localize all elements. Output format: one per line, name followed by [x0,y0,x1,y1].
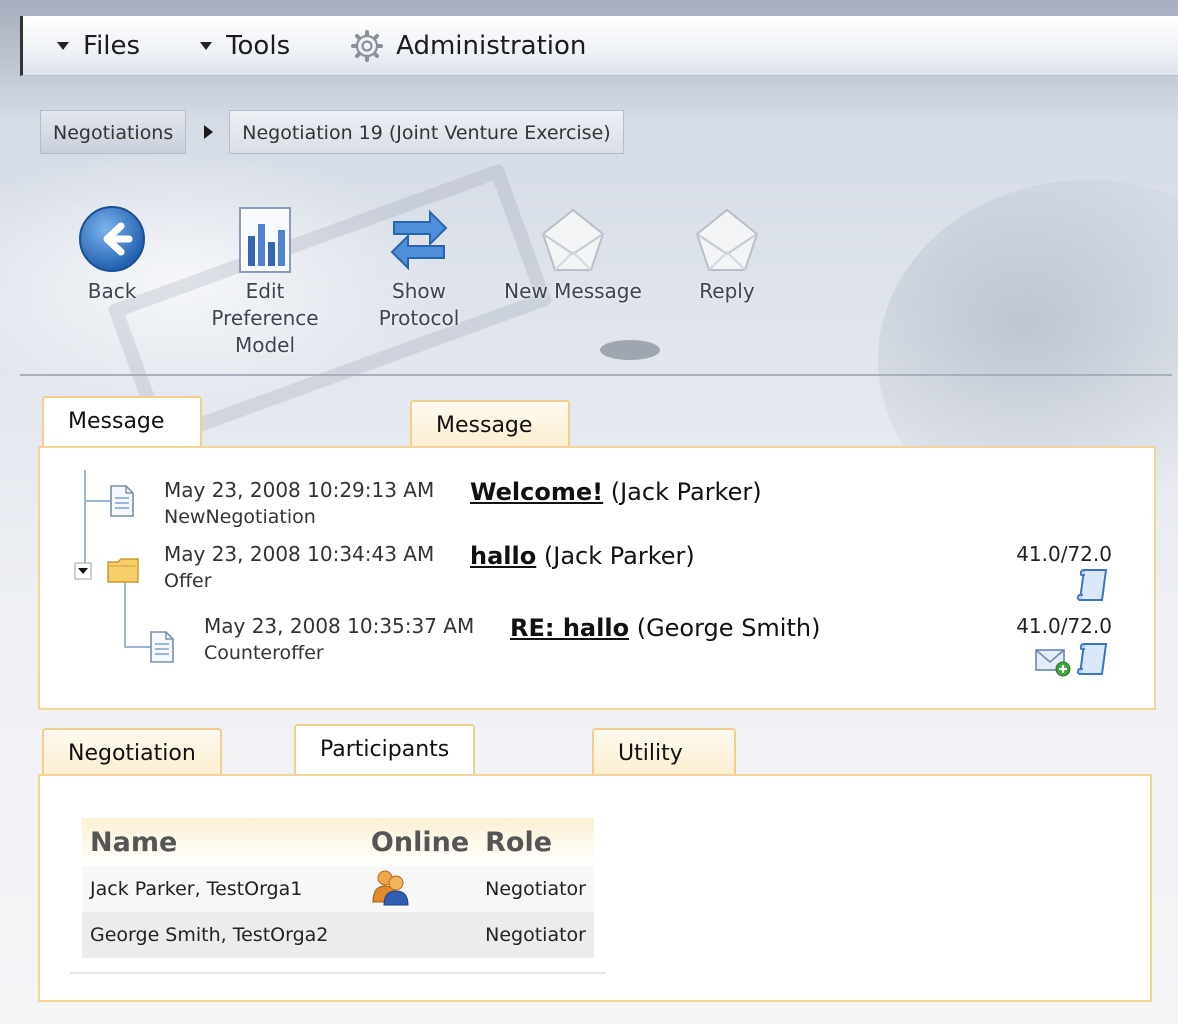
column-header-online: Online [362,818,478,866]
menu-administration[interactable]: Administration [350,29,586,63]
edit-preference-model-button[interactable]: Edit Preference Model [202,206,328,359]
column-header-name: Name [82,818,363,866]
menu-files-label: Files [83,30,141,61]
tab-utility-tracking[interactable]: Utility Tracking [592,728,736,814]
message-type: Offer [164,570,212,592]
online-status-cell [362,866,478,912]
utility-value: 41.0/72.0 [1016,614,1112,638]
tab-participants-roles[interactable]: Participants And Roles [294,724,476,810]
envelope-add-icon[interactable] [1034,646,1072,678]
show-protocol-button[interactable]: Show Protocol [366,204,472,332]
participant-name: Jack Parker, TestOrga1 [82,866,363,912]
scroll-document-icon[interactable] [1076,640,1112,678]
breadcrumb-current: Negotiation 19 (Joint Venture Exercise) [229,110,624,154]
online-user-icon [372,870,409,905]
menu-tools[interactable]: Tools [200,31,290,61]
bar-chart-icon [239,207,291,273]
message-subject-link[interactable]: RE: hallo [510,614,629,642]
breadcrumb-negotiations[interactable]: Negotiations [40,110,187,154]
back-button[interactable]: Back [70,204,154,305]
show-protocol-label-1: Show [392,279,446,303]
dropdown-arrow-icon [200,41,213,50]
message-type: NewNegotiation [164,506,316,528]
table-header-row: Name Online Role [82,818,594,866]
menu-tools-label: Tools [226,30,291,61]
new-message-button[interactable]: New Message [496,206,650,305]
document-icon [150,631,174,663]
participants-panel: Name Online Role Jack Parker, TestOrga1 … [38,774,1152,1002]
back-arrow-icon [79,206,145,272]
document-icon [110,485,134,517]
show-protocol-label-2: Protocol [378,306,460,330]
menu-files[interactable]: Files [57,31,140,61]
breadcrumb-arrow-icon [204,125,214,139]
participant-role: Negotiator [477,866,594,912]
menu-bar: Files Tools Administration [20,16,1178,76]
table-row: Jack Parker, TestOrga1 Negotiator [82,866,594,912]
message-subject-row: RE: hallo (George Smith) [510,614,820,642]
reply-button[interactable]: Reply [680,206,774,305]
collapse-toggle-icon[interactable] [74,562,92,580]
message-author: (Jack Parker) [543,542,695,570]
tab-message-table[interactable]: Message Exchange (Table) [410,400,570,534]
message-thread-panel: May 23, 2008 10:29:13 AM NewNegotiation … [38,446,1156,710]
message-subject-link[interactable]: Welcome! [470,478,603,506]
gear-icon [351,29,384,62]
message-author: (George Smith) [636,614,821,642]
message-type: Counteroffer [204,642,324,664]
edit-pref-label-2: Preference [211,306,319,330]
message-subject-link[interactable]: hallo [470,542,536,570]
message-subject-row: hallo (Jack Parker) [470,542,695,570]
tab-negotiation[interactable]: Negotiation (ID 19) [42,728,222,814]
breadcrumb: Negotiations Negotiation 19 (Joint Ventu… [40,110,624,154]
participants-table: Name Online Role Jack Parker, TestOrga1 … [82,818,594,958]
edit-pref-label-1: Edit [245,279,285,303]
toolbar-divider [20,374,1172,376]
edit-pref-label-3: Model [234,333,296,357]
reply-label: Reply [699,279,755,303]
back-label: Back [87,279,137,303]
message-timestamp: May 23, 2008 10:35:37 AM [204,614,475,638]
utility-value: 41.0/72.0 [1016,542,1112,566]
dropdown-arrow-icon [57,41,69,50]
menu-administration-label: Administration [396,30,587,61]
envelope-icon [695,208,759,271]
participant-role: Negotiator [477,912,594,958]
message-timestamp: May 23, 2008 10:29:13 AM [164,478,435,502]
new-message-label: New Message [504,279,642,303]
message-subject-row: Welcome! (Jack Parker) [470,478,762,506]
online-status-cell [362,912,478,958]
column-header-role: Role [477,818,594,866]
table-row: George Smith, TestOrga2 Negotiator [82,912,594,958]
swap-arrows-icon [390,209,448,271]
table-footer-line [70,972,606,974]
envelope-icon [541,208,605,271]
tab-message-thread[interactable]: Message Exchange (Thread) [42,396,202,530]
scroll-document-icon[interactable] [1076,566,1112,604]
participant-name: George Smith, TestOrga2 [82,912,363,958]
folder-icon [107,558,139,583]
message-timestamp: May 23, 2008 10:34:43 AM [164,542,435,566]
message-author: (Jack Parker) [610,478,762,506]
